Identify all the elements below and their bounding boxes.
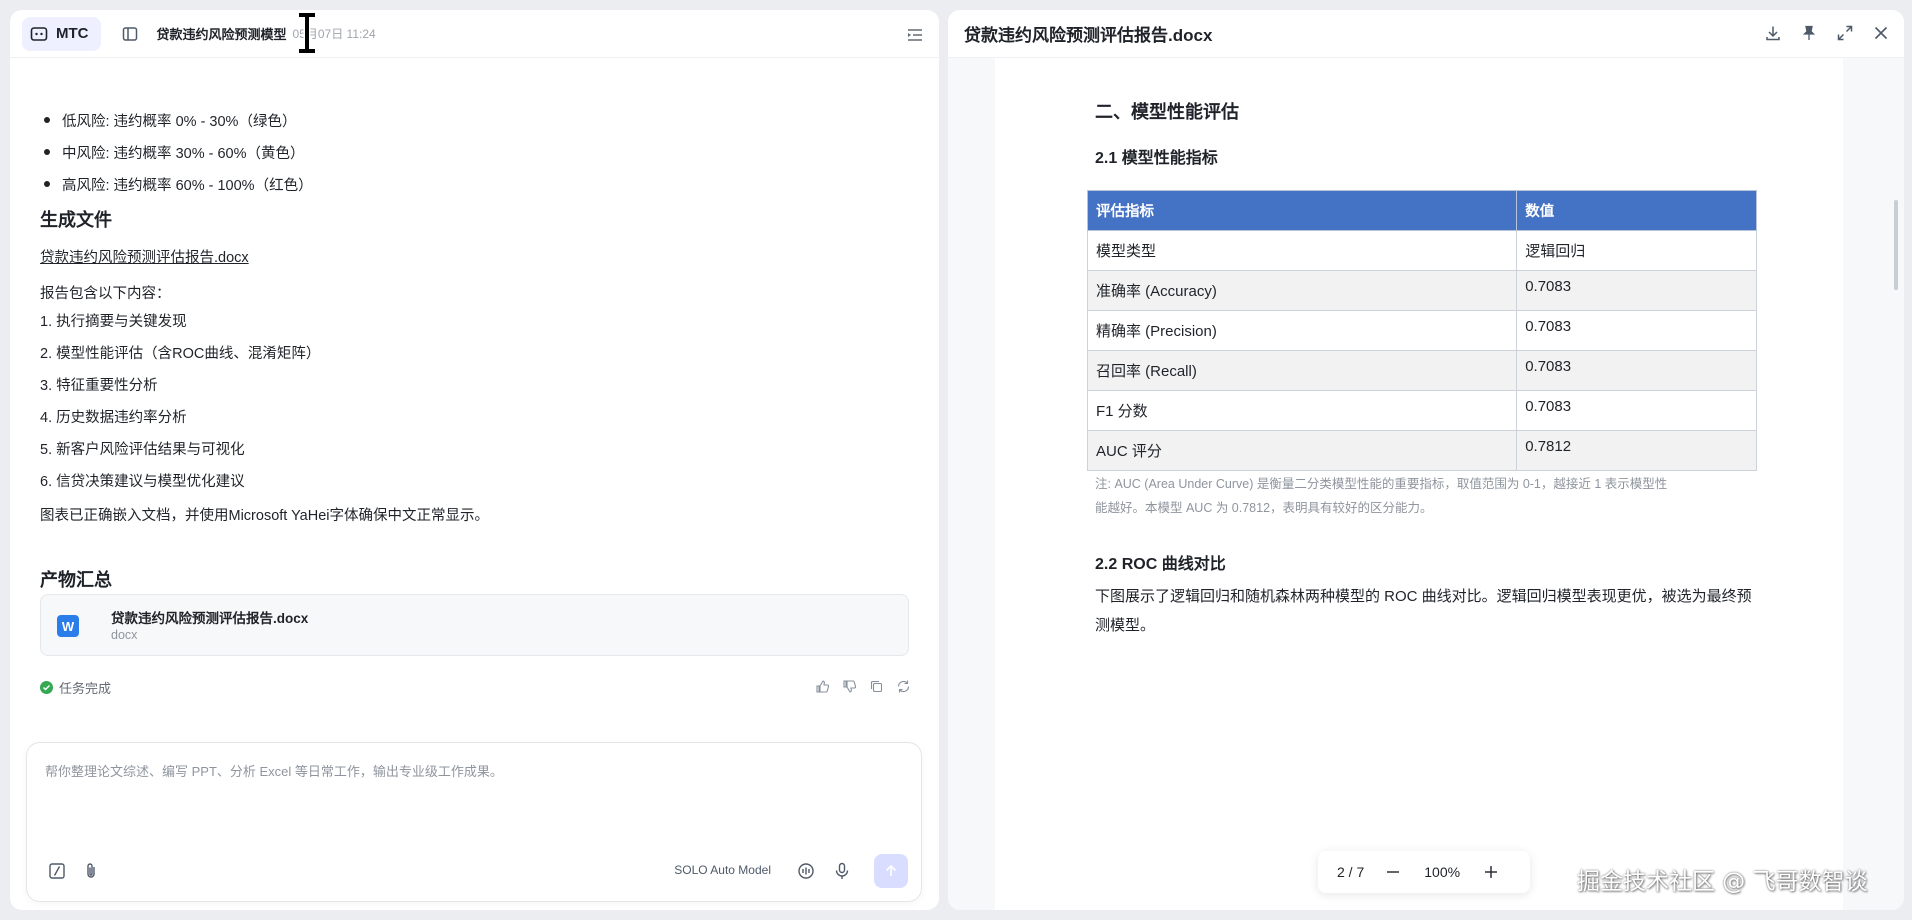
- close-icon[interactable]: [1872, 24, 1890, 42]
- expand-icon[interactable]: [1836, 24, 1854, 42]
- chat-header: MTC 贷款违约风险预测模型 05月07日 11:24: [10, 10, 939, 58]
- risk-level-list: 低风险: 违约概率 0% - 30%（绿色） 中风险: 违约概率 30% - 6…: [40, 104, 313, 200]
- sidebar-icon: [122, 26, 137, 41]
- artifact-card[interactable]: W 贷款违约风险预测评估报告.docx docx: [40, 594, 909, 656]
- list-item: 低风险: 违约概率 0% - 30%（绿色）: [40, 104, 313, 136]
- table-row: 模型类型 逻辑回归: [1086, 230, 1757, 271]
- table-row: 准确率 (Accuracy) 0.7083: [1086, 270, 1757, 311]
- conversation-title[interactable]: 贷款违约风险预测模型: [157, 24, 287, 43]
- composer-input[interactable]: 帮你整理论文综述、编写 PPT、分析 Excel 等日常工作，输出专业级工作成果…: [45, 761, 503, 780]
- report-file-link[interactable]: 贷款违约风险预测评估报告.docx: [40, 246, 249, 267]
- table-cell: 0.7812: [1516, 430, 1757, 471]
- watermark: 掘金技术社区 @ 飞哥数智谈: [1577, 869, 1868, 895]
- column-header: 数值: [1516, 190, 1757, 231]
- doc-subheading: 2.2 ROC 曲线对比: [1095, 556, 1226, 573]
- attachment-icon[interactable]: [81, 861, 101, 881]
- microphone-icon[interactable]: [832, 861, 852, 881]
- contents-intro: 报告包含以下内容：: [40, 286, 171, 302]
- doc-heading: 二、模型性能评估: [1095, 102, 1239, 122]
- zoom-out-icon[interactable]: [1386, 865, 1400, 879]
- pin-icon[interactable]: [1800, 24, 1818, 42]
- generated-files-heading: 生成文件: [40, 210, 112, 230]
- table-row: 精确率 (Precision) 0.7083: [1086, 310, 1757, 351]
- regenerate-icon[interactable]: [896, 679, 911, 694]
- thumbs-down-icon[interactable]: [842, 679, 857, 694]
- list-item: 6. 信贷决策建议与模型优化建议: [40, 473, 245, 490]
- auc-note: 注: AUC (Area Under Curve) 是衡量二分类模型性能的重要指…: [1095, 472, 1755, 520]
- voice-chat-icon[interactable]: [796, 861, 816, 881]
- model-selector[interactable]: SOLO Auto Model: [674, 863, 771, 877]
- artifacts-heading: 产物汇总: [40, 570, 112, 590]
- list-item: 高风险: 违约概率 60% - 100%（红色）: [40, 168, 313, 200]
- table-cell: AUC 评分: [1086, 430, 1518, 471]
- preview-actions: [1764, 24, 1890, 42]
- table-row: F1 分数 0.7083: [1086, 390, 1757, 431]
- zoom-level: 100%: [1424, 864, 1461, 880]
- table-cell: F1 分数: [1086, 390, 1518, 431]
- metrics-table: 评估指标 数值 模型类型 逻辑回归 准确率 (Accuracy) 0.7083 精确…: [1086, 190, 1757, 471]
- zoom-in-icon[interactable]: [1484, 865, 1498, 879]
- column-header: 评估指标: [1086, 190, 1518, 231]
- preview-header: 贷款违约风险预测评估报告.docx: [948, 10, 1904, 58]
- task-status: 任务完成: [40, 678, 111, 697]
- scrollbar[interactable]: [1894, 200, 1898, 290]
- list-item: 2. 模型性能评估（含ROC曲线、混淆矩阵）: [40, 345, 321, 362]
- arrow-up-icon: [885, 864, 897, 876]
- table-cell: 模型类型: [1086, 230, 1518, 271]
- list-item: 5. 新客户风险评估结果与可视化: [40, 441, 245, 458]
- table-cell: 准确率 (Accuracy): [1086, 270, 1518, 311]
- table-cell: 精确率 (Precision): [1086, 310, 1518, 351]
- table-cell: 召回率 (Recall): [1086, 350, 1518, 391]
- sidebar-toggle-button[interactable]: [115, 19, 145, 49]
- message-actions: [815, 679, 911, 694]
- table-cell: 0.7083: [1516, 390, 1757, 431]
- embed-note: 图表已正确嵌入文档，并使用Microsoft YaHei字体确保中文正常显示。: [40, 508, 489, 524]
- note-line: 能越好。本模型 AUC 为 0.7812，表明具有较好的区分能力。: [1095, 501, 1433, 515]
- artifact-type: docx: [111, 628, 138, 642]
- list-item: 4. 历史数据违约率分析: [40, 409, 187, 426]
- note-line: 注: AUC (Area Under Curve) 是衡量二分类模型性能的重要指…: [1095, 477, 1668, 491]
- page-indicator: 2 / 7: [1337, 864, 1365, 880]
- text-cursor-icon: [299, 13, 315, 53]
- send-button[interactable]: [874, 854, 908, 888]
- table-header-row: 评估指标 数值: [1086, 190, 1757, 231]
- agent-icon: [30, 26, 48, 41]
- copy-icon[interactable]: [869, 679, 884, 694]
- table-cell: 逻辑回归: [1516, 230, 1757, 271]
- preview-title: 贷款违约风险预测评估报告.docx: [964, 26, 1213, 45]
- list-item: 3. 特征重要性分析: [40, 377, 158, 394]
- list-item: 1. 执行摘要与关键发现: [40, 313, 187, 330]
- table-cell: 0.7083: [1516, 310, 1757, 351]
- table-cell: 0.7083: [1516, 350, 1757, 391]
- list-item: 中风险: 违约概率 30% - 60%（黄色）: [40, 136, 313, 168]
- word-file-icon: W: [57, 615, 79, 637]
- agent-switcher[interactable]: MTC: [22, 16, 101, 51]
- document-page: 二、模型性能评估 2.1 模型性能指标 评估指标 数值 模型类型 逻辑回归 准确率…: [995, 58, 1843, 910]
- table-row: AUC 评分 0.7812: [1086, 430, 1757, 471]
- chat-panel: MTC 贷款违约风险预测模型 05月07日 11:24 低风险: 违约概率 0%…: [10, 10, 939, 910]
- doc-paragraph: 下图展示了逻辑回归和随机森林两种模型的 ROC 曲线对比。逻辑回归模型表现更优，…: [1095, 588, 1752, 634]
- collapse-panel-icon[interactable]: [905, 25, 925, 45]
- thumbs-up-icon[interactable]: [815, 679, 830, 694]
- command-icon[interactable]: [47, 861, 67, 881]
- report-contents-list: 1. 执行摘要与关键发现 2. 模型性能评估（含ROC曲线、混淆矩阵） 3. 特…: [40, 304, 320, 496]
- artifact-name: 贷款违约风险预测评估报告.docx: [111, 611, 309, 626]
- page-zoom-controls: 2 / 7 100%: [1318, 851, 1530, 893]
- agent-label: MTC: [56, 25, 89, 42]
- status-text: 任务完成: [59, 681, 112, 696]
- doc-subheading: 2.1 模型性能指标: [1095, 150, 1218, 167]
- table-row: 召回率 (Recall) 0.7083: [1086, 350, 1757, 391]
- download-icon[interactable]: [1764, 24, 1782, 42]
- message-composer[interactable]: 帮你整理论文综述、编写 PPT、分析 Excel 等日常工作，输出专业级工作成果…: [26, 742, 922, 902]
- check-circle-icon: [40, 681, 53, 694]
- document-preview-panel: 贷款违约风险预测评估报告.docx 二、模型性能评估 2.1 模型性能指标 评估…: [948, 10, 1904, 910]
- table-cell: 0.7083: [1516, 270, 1757, 311]
